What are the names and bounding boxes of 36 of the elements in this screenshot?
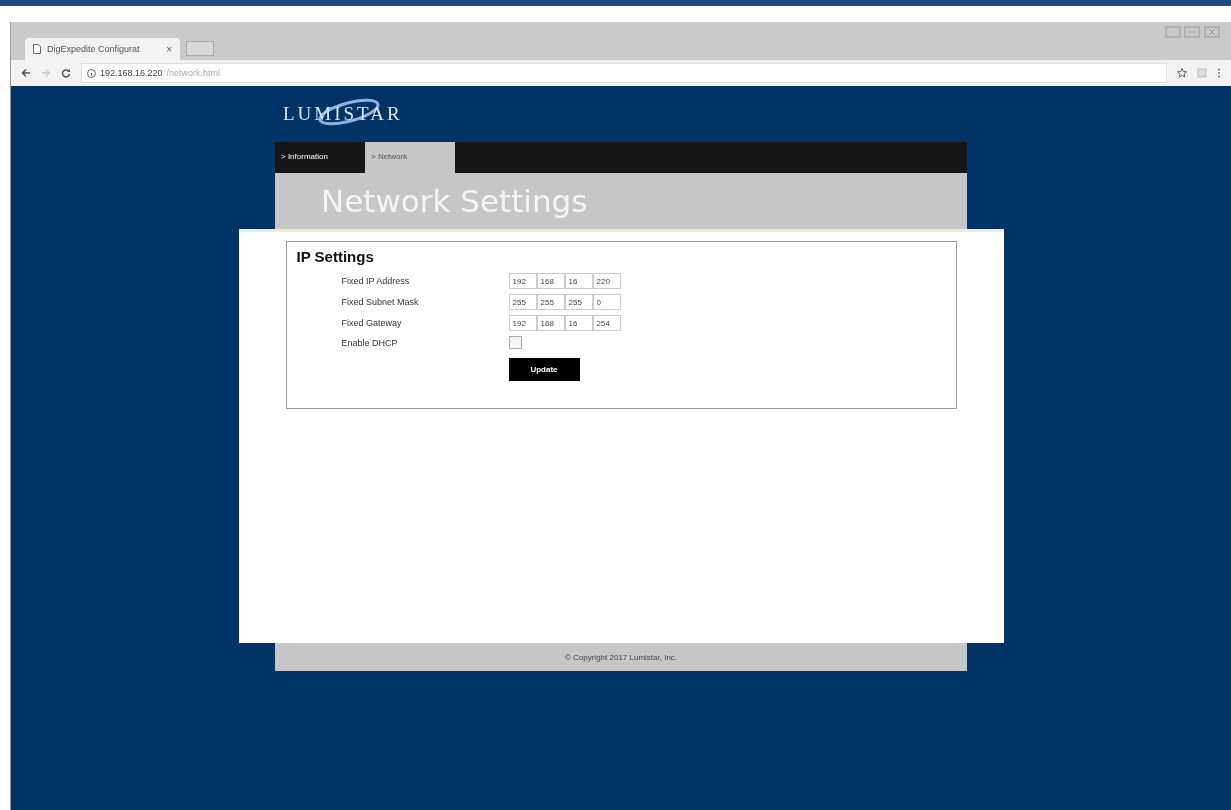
octet-field[interactable]: 192 xyxy=(508,315,537,331)
back-icon[interactable] xyxy=(21,68,31,78)
octet-field[interactable]: 16 xyxy=(564,315,593,331)
octet-field[interactable]: 0 xyxy=(592,294,621,310)
octet-field[interactable]: 168 xyxy=(536,315,565,331)
nav-tab[interactable]: > Information xyxy=(275,142,365,173)
field-label: Fixed IP Address xyxy=(341,276,411,286)
field-label: Enable DHCP xyxy=(341,337,399,348)
window-controls-icon[interactable] xyxy=(1165,26,1223,38)
octet-field[interactable]: 16 xyxy=(564,273,593,289)
page-icon xyxy=(33,44,41,54)
close-tab-button[interactable]: × xyxy=(166,43,172,55)
extension-icon[interactable] xyxy=(1197,68,1207,78)
field-label: Fixed Gateway xyxy=(341,318,403,328)
octet-field[interactable]: 254 xyxy=(592,315,621,331)
octet-field[interactable]: 255 xyxy=(564,294,593,310)
forward-icon[interactable] xyxy=(41,68,51,78)
nav-tab[interactable]: > Network xyxy=(365,142,455,173)
copyright-text: © Copyright 2017 Lumistar, Inc. xyxy=(564,652,678,662)
checkbox[interactable] xyxy=(508,336,522,349)
update-button[interactable]: Update xyxy=(508,358,580,381)
octet-field[interactable]: 192 xyxy=(508,273,537,289)
menu-icon[interactable] xyxy=(1217,68,1221,78)
new-tab-button[interactable] xyxy=(186,41,214,56)
octet-field[interactable]: 255 xyxy=(508,294,537,310)
info-icon xyxy=(87,68,96,78)
section-title: IP Settings xyxy=(296,248,375,265)
octet-field[interactable]: 168 xyxy=(536,273,565,289)
field-label: Fixed Subnet Mask xyxy=(341,297,420,307)
reload-icon[interactable] xyxy=(61,68,71,78)
tab-title: DigExpedite Configurat xyxy=(47,44,141,54)
address-bar[interactable]: 192.168.16.220 /network.html xyxy=(81,63,1167,83)
octet-field[interactable]: 220 xyxy=(592,273,621,289)
octet-field[interactable]: 255 xyxy=(536,294,565,310)
star-icon[interactable] xyxy=(1177,68,1187,78)
browser-tab[interactable]: DigExpedite Configurat × xyxy=(25,38,180,60)
